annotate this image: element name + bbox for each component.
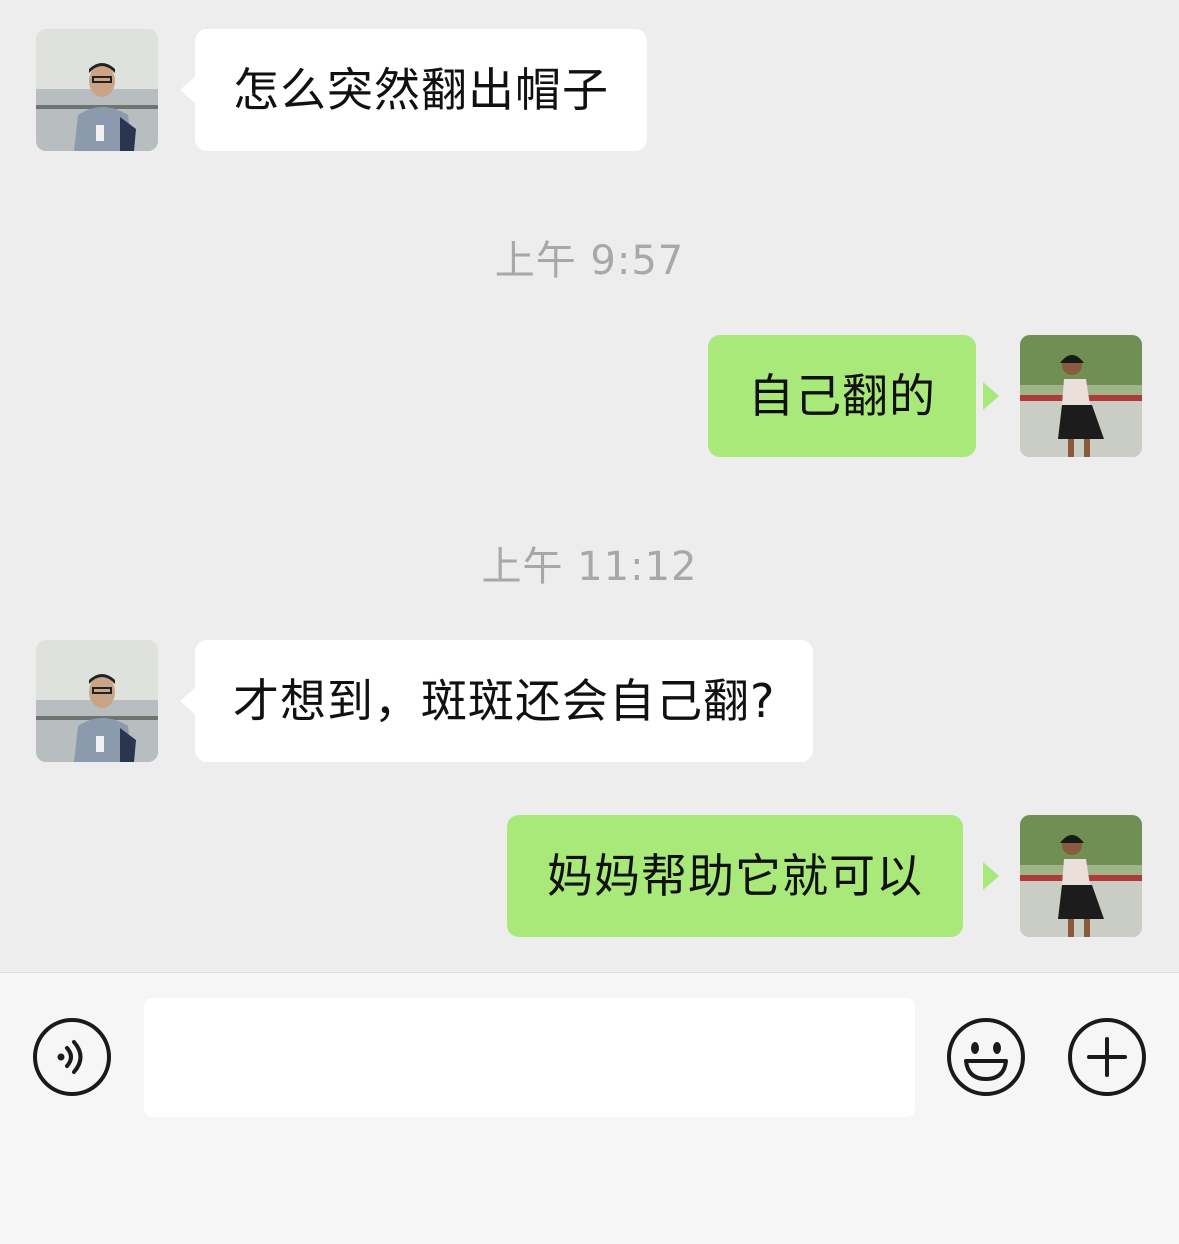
message-input[interactable] bbox=[144, 998, 915, 1117]
user-avatar[interactable] bbox=[1020, 815, 1142, 937]
plus-icon[interactable] bbox=[1067, 1017, 1147, 1097]
message-timestamp: 上午 9:57 bbox=[494, 238, 685, 284]
bubble-tail bbox=[983, 862, 999, 890]
contact-avatar[interactable] bbox=[36, 29, 158, 151]
message-timestamp: 上午 11:12 bbox=[481, 544, 698, 590]
sent-message[interactable]: 妈妈帮助它就可以 bbox=[507, 815, 963, 937]
received-message[interactable]: 才想到，斑斑还会自己翻? bbox=[195, 640, 814, 762]
bubble-tail bbox=[180, 687, 196, 715]
bubble-tail bbox=[983, 382, 999, 410]
received-message[interactable]: 怎么突然翻出帽子 bbox=[195, 29, 647, 151]
input-bar bbox=[0, 972, 1179, 1244]
emoji-icon[interactable] bbox=[946, 1017, 1026, 1097]
chat-area: 怎么突然翻出帽子 上午 9:57 自己翻的 上午 11:12 才想到，斑斑还会自… bbox=[0, 0, 1179, 972]
bubble-tail bbox=[180, 76, 196, 104]
sent-message[interactable]: 自己翻的 bbox=[708, 335, 976, 457]
user-avatar[interactable] bbox=[1020, 335, 1142, 457]
contact-avatar[interactable] bbox=[36, 640, 158, 762]
voice-icon[interactable] bbox=[32, 1017, 112, 1097]
